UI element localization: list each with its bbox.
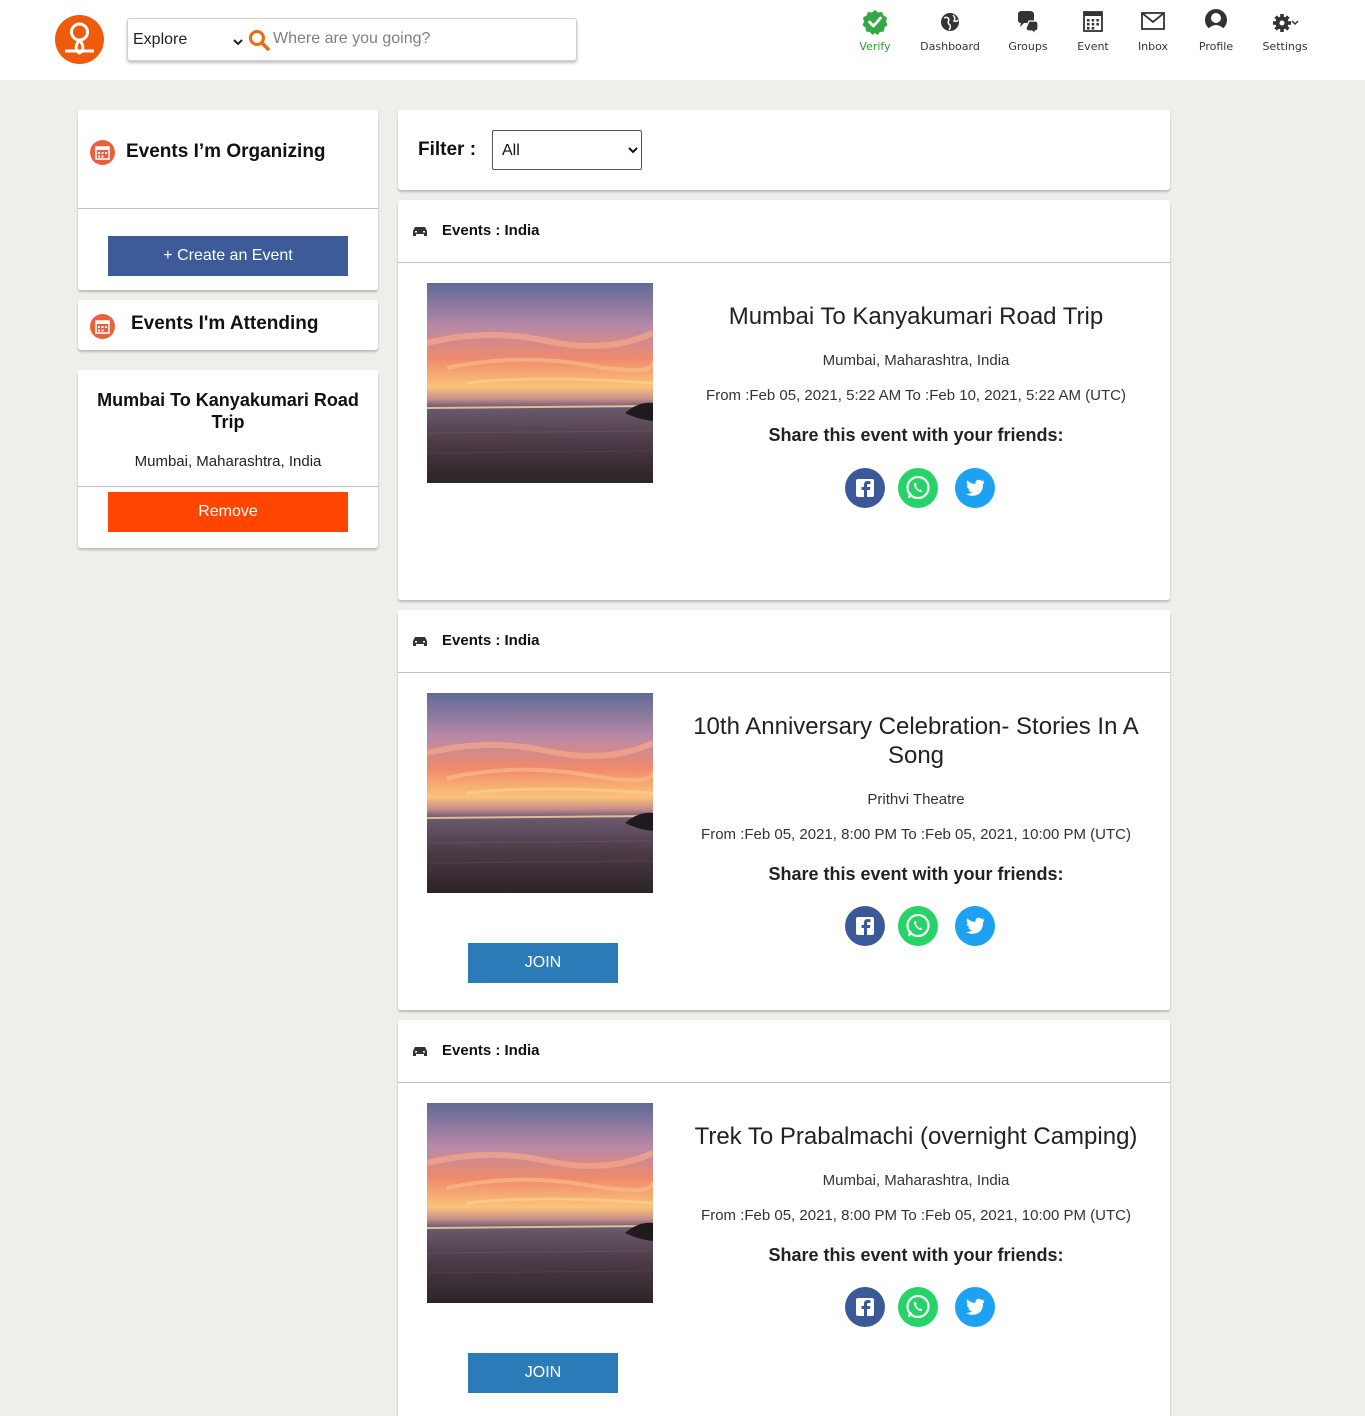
event-location: Mumbai, Maharashtra, India	[822, 352, 1010, 369]
facebook-icon[interactable]	[845, 1287, 885, 1327]
filter-select[interactable]: All	[492, 130, 642, 170]
chat-bubbles-icon	[1006, 8, 1050, 36]
nav-event-label: Event	[1077, 40, 1109, 53]
nav-groups-label: Groups	[1008, 40, 1048, 53]
explore-select[interactable]: Explore	[133, 31, 187, 49]
divider	[78, 486, 378, 487]
nav-profile-label: Profile	[1198, 40, 1234, 53]
car-icon	[412, 223, 428, 242]
nav-dashboard-label: Dashboard	[920, 40, 980, 53]
top-header: Explore Verify Dashboard Groups Event	[0, 0, 1365, 80]
whatsapp-icon[interactable]	[898, 468, 938, 508]
event-image[interactable]	[427, 693, 653, 893]
calendar-icon	[1075, 8, 1111, 36]
car-icon	[412, 1043, 428, 1062]
filter-card: Filter : All	[398, 110, 1170, 190]
chevron-down-icon[interactable]	[232, 33, 244, 52]
nav-verify[interactable]: Verify	[856, 8, 894, 58]
join-button[interactable]: JOIN	[468, 1353, 618, 1393]
share-heading: Share this event with your friends:	[768, 1245, 1064, 1265]
filter-label: Filter :	[418, 139, 477, 160]
search-input[interactable]	[273, 21, 568, 57]
divider	[398, 1082, 1170, 1083]
gear-icon	[1261, 8, 1309, 36]
calendar-icon	[90, 314, 115, 339]
facebook-icon[interactable]	[845, 468, 885, 508]
nav-event[interactable]: Event	[1075, 8, 1111, 58]
nav-verify-label: Verify	[859, 40, 891, 53]
event-image[interactable]	[427, 283, 653, 483]
car-icon	[412, 633, 428, 652]
attending-event-card: Mumbai To Kanyakumari Road Trip Mumbai, …	[78, 370, 378, 548]
nav-inbox-label: Inbox	[1137, 40, 1169, 53]
nav-profile[interactable]: Profile	[1196, 8, 1236, 58]
search-icon[interactable]	[248, 29, 270, 55]
nav-groups[interactable]: Groups	[1006, 8, 1050, 58]
check-badge-icon	[856, 8, 894, 36]
event-title[interactable]: Mumbai To Kanyakumari Road Trip	[688, 302, 1144, 331]
site-logo[interactable]	[55, 15, 104, 64]
event-location: Prithvi Theatre	[867, 791, 965, 808]
create-event-button[interactable]: + Create an Event	[108, 236, 348, 276]
calendar-icon	[90, 140, 115, 165]
twitter-icon[interactable]	[955, 468, 995, 508]
envelope-icon	[1136, 8, 1170, 36]
event-dates: From :Feb 05, 2021, 5:22 AM To :Feb 10, …	[706, 387, 1126, 404]
globe-icon	[918, 8, 982, 36]
nav-settings-label: Settings	[1262, 40, 1308, 53]
twitter-icon[interactable]	[955, 906, 995, 946]
twitter-icon[interactable]	[955, 1287, 995, 1327]
organizing-title: Events I’m Organizing	[126, 141, 326, 162]
event-dates: From :Feb 05, 2021, 8:00 PM To :Feb 05, …	[701, 1207, 1131, 1224]
event-location: Mumbai, Maharashtra, India	[822, 1172, 1010, 1189]
logo-mark-icon	[65, 22, 94, 55]
event-dates: From :Feb 05, 2021, 8:00 PM To :Feb 05, …	[701, 826, 1131, 843]
event-category-label: Events : India	[442, 222, 540, 239]
divider	[398, 672, 1170, 673]
divider	[398, 262, 1170, 263]
event-category-label: Events : India	[442, 632, 540, 649]
attending-event-location: Mumbai, Maharashtra, India	[134, 453, 322, 470]
event-card: Events : India 10th Anniversary Celebrat…	[398, 610, 1170, 1010]
user-icon	[1196, 8, 1236, 36]
share-heading: Share this event with your friends:	[768, 864, 1064, 884]
event-image[interactable]	[427, 1103, 653, 1303]
whatsapp-icon[interactable]	[898, 906, 938, 946]
event-category-label: Events : India	[442, 1042, 540, 1059]
attending-card: Events I'm Attending	[78, 300, 378, 350]
join-button[interactable]: JOIN	[468, 943, 618, 983]
event-card: Events : India Trek To Prabalmachi (over…	[398, 1020, 1170, 1416]
divider	[78, 208, 378, 209]
whatsapp-icon[interactable]	[898, 1287, 938, 1327]
nav-settings[interactable]: Settings	[1261, 8, 1309, 58]
attending-event-title[interactable]: Mumbai To Kanyakumari Road Trip	[93, 389, 363, 433]
remove-button[interactable]: Remove	[108, 492, 348, 532]
attending-title: Events I'm Attending	[131, 313, 319, 334]
nav-dashboard[interactable]: Dashboard	[918, 8, 982, 58]
nav-inbox[interactable]: Inbox	[1136, 8, 1170, 58]
organizing-card: Events I’m Organizing + Create an Event	[78, 110, 378, 290]
event-title[interactable]: 10th Anniversary Celebration- Stories In…	[688, 712, 1144, 770]
share-heading: Share this event with your friends:	[768, 425, 1064, 445]
event-card: Events : India Mumbai To Kanyakumari Roa…	[398, 200, 1170, 600]
facebook-icon[interactable]	[845, 906, 885, 946]
search-bar: Explore	[127, 18, 577, 61]
event-title[interactable]: Trek To Prabalmachi (overnight Camping)	[688, 1122, 1144, 1151]
